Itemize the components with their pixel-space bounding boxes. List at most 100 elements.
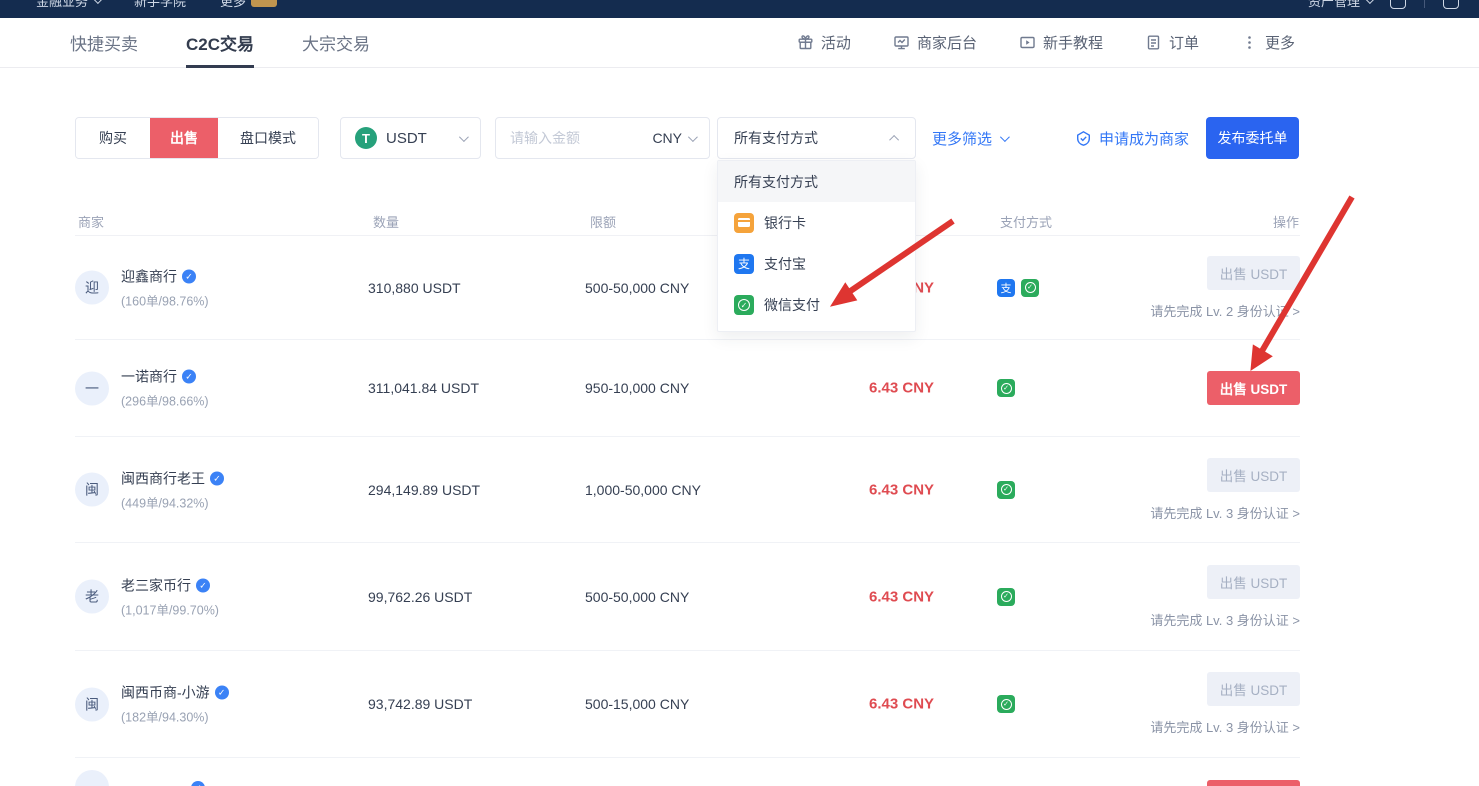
merchant-orders: (182单/94.30%) xyxy=(121,707,229,726)
tab-quick-trade[interactable]: 快捷买卖 xyxy=(70,18,138,68)
wechat-pay-icon: ✓ xyxy=(734,295,754,315)
apply-merchant-link[interactable]: 申请成为商家 xyxy=(1075,117,1189,159)
sell-usdt-button[interactable]: 出售 USDT xyxy=(1207,672,1300,706)
nav-link-merchant-console[interactable]: 商家后台 xyxy=(893,32,977,53)
c2c-trading-page: 金融业务 新手学院 更多 资产管理 快捷买卖 C2C交易 大宗交易 活动 xyxy=(0,0,1479,786)
post-order-button[interactable]: 发布委托单 xyxy=(1206,117,1299,159)
limit-cell: 950-10,000 CNY xyxy=(585,380,689,396)
amount-cell: 93,742.89 USDT xyxy=(368,696,472,712)
buy-tab[interactable]: 购买 xyxy=(76,118,150,158)
chevron-up-icon xyxy=(889,134,899,144)
merchant-cell: ✓ xyxy=(75,770,205,786)
verify-hint[interactable]: 请先完成 Lv. 3 身份认证 > xyxy=(1150,503,1300,522)
topbar-menu-assets[interactable]: 资产管理 xyxy=(1308,0,1372,10)
chevron-down-icon xyxy=(93,0,103,4)
merchant-cell: 闽闽西币商-小游✓ (182单/94.30%) xyxy=(75,683,229,726)
topbar-menu-academy[interactable]: 新手学院 xyxy=(134,0,186,10)
trade-mode-tabs: 快捷买卖 C2C交易 大宗交易 xyxy=(70,18,370,68)
chevron-down-icon xyxy=(1365,0,1375,4)
limit-cell: 500-50,000 CNY xyxy=(585,280,689,296)
dropdown-item-wechatpay[interactable]: ✓ 微信支付 xyxy=(718,284,915,325)
verify-hint[interactable]: 请先完成 Lv. 2 身份认证 > xyxy=(1150,301,1300,320)
verify-hint[interactable]: 请先完成 Lv. 3 身份认证 > xyxy=(1150,610,1300,629)
col-action: 操作 xyxy=(1273,212,1299,231)
sell-usdt-button[interactable]: 出售 USDT xyxy=(1207,256,1300,290)
top-navigation-bar: 金融业务 新手学院 更多 资产管理 xyxy=(0,0,1479,18)
verified-icon: ✓ xyxy=(191,781,205,786)
sell-usdt-button[interactable] xyxy=(1207,780,1300,786)
merchant-name[interactable]: 一诺商行✓ xyxy=(121,367,209,387)
action-cell: 出售 USDT 请先完成 Lv. 3 身份认证 > xyxy=(1150,672,1300,736)
merchant-cell: 迎迎鑫商行✓ (160单/98.76%) xyxy=(75,266,209,309)
merchant-name[interactable]: 迎鑫商行✓ xyxy=(121,266,209,286)
action-cell: 出售 USDT 请先完成 Lv. 2 身份认证 > xyxy=(1150,256,1300,320)
payment-dropdown-menu: 所有支付方式 银行卡 支 支付宝 ✓ 微信支付 xyxy=(717,160,916,332)
topbar-menu-finance[interactable]: 金融业务 xyxy=(36,0,100,10)
amount-cell: 310,880 USDT xyxy=(368,280,461,296)
limit-cell: 500-50,000 CNY xyxy=(585,589,689,605)
amount-cell: 99,762.26 USDT xyxy=(368,589,472,605)
wechat-pay-icon: ✓ xyxy=(997,588,1015,606)
limit-cell: 500-15,000 CNY xyxy=(585,696,689,712)
avatar: 迎 xyxy=(75,271,109,305)
sell-usdt-button[interactable]: 出售 USDT xyxy=(1207,458,1300,492)
merchant-name[interactable]: 闽西商行老王✓ xyxy=(121,468,224,488)
amount-input[interactable] xyxy=(510,130,644,146)
nav-link-activity[interactable]: 活动 xyxy=(797,32,851,53)
merchant-orders: (160单/98.76%) xyxy=(121,290,209,309)
col-limit: 限额 xyxy=(590,212,616,231)
sell-usdt-button[interactable]: 出售 USDT xyxy=(1207,371,1300,405)
merchant-orders: (449单/94.32%) xyxy=(121,492,224,511)
merchant-cell: 一一诺商行✓ (296单/98.66%) xyxy=(75,367,209,410)
nav-link-orders[interactable]: 订单 xyxy=(1145,32,1199,53)
merchant-orders: (1,017单/99.70%) xyxy=(121,599,219,618)
tab-c2c-trade[interactable]: C2C交易 xyxy=(186,18,254,68)
price-cell: 6.43 CNY xyxy=(869,588,934,605)
wechat-pay-icon: ✓ xyxy=(997,481,1015,499)
currency-select[interactable]: CNY xyxy=(652,130,695,146)
price-cell: 6.43 CNY xyxy=(869,481,934,498)
avatar: 闽 xyxy=(75,687,109,721)
table-rows: 迎迎鑫商行✓ (160单/98.76%) 310,880 USDT 500-50,00… xyxy=(75,236,1300,786)
nav-link-beginner-tutorial[interactable]: 新手教程 xyxy=(1019,32,1103,53)
new-badge xyxy=(251,0,277,7)
dropdown-item-alipay[interactable]: 支 支付宝 xyxy=(718,243,915,284)
payment-icons-cell: 支✓ xyxy=(997,279,1039,297)
sell-tab[interactable]: 出售 xyxy=(150,118,218,158)
dropdown-item-all-payments[interactable]: 所有支付方式 xyxy=(718,161,915,202)
alipay-icon: 支 xyxy=(997,279,1015,297)
order-icon xyxy=(1145,34,1162,51)
verify-hint[interactable]: 请先完成 Lv. 3 身份认证 > xyxy=(1150,717,1300,736)
merchant-cell: 老老三家币行✓(1,017单/99.70%) xyxy=(75,575,219,618)
nav-link-more[interactable]: 更多 xyxy=(1241,32,1295,53)
merchant-name[interactable]: 老三家币行✓ xyxy=(121,575,219,595)
action-cell: 出售 USDT 请先完成 Lv. 3 身份认证 > xyxy=(1150,565,1300,629)
bankcard-icon xyxy=(734,213,754,233)
dropdown-item-bankcard[interactable]: 银行卡 xyxy=(718,202,915,243)
dashboard-icon xyxy=(893,34,910,51)
user-icon[interactable] xyxy=(1390,0,1406,9)
verified-icon: ✓ xyxy=(210,471,224,485)
verified-icon: ✓ xyxy=(215,686,229,700)
more-filters-link[interactable]: 更多筛选 xyxy=(932,117,1007,159)
tab-block-trade[interactable]: 大宗交易 xyxy=(302,18,370,68)
coin-select[interactable]: T USDT xyxy=(340,117,481,159)
topbar-menu-more[interactable]: 更多 xyxy=(220,0,277,10)
merchant-orders: (296单/98.66%) xyxy=(121,391,209,410)
table-row: 迎迎鑫商行✓ (160单/98.76%) 310,880 USDT 500-50,00… xyxy=(75,236,1300,340)
sell-usdt-button[interactable]: 出售 USDT xyxy=(1207,565,1300,599)
nav-links: 活动 商家后台 新手教程 订单 更多 xyxy=(797,32,1295,53)
avatar: 闽 xyxy=(75,473,109,507)
avatar: 一 xyxy=(75,371,109,405)
amount-cell: 311,041.84 USDT xyxy=(368,380,479,396)
amount-filter: CNY xyxy=(495,117,710,159)
download-app-icon[interactable] xyxy=(1443,0,1459,9)
merchant-cell: 闽闽西商行老王✓ (449单/94.32%) xyxy=(75,468,224,511)
divider xyxy=(1424,0,1425,8)
merchant-name[interactable]: 闽西币商-小游✓ xyxy=(121,683,229,703)
payment-icons-cell: ✓ xyxy=(997,481,1015,499)
payment-method-select[interactable]: 所有支付方式 xyxy=(717,117,916,159)
orderbook-mode-tab[interactable]: 盘口模式 xyxy=(218,118,318,158)
alipay-icon: 支 xyxy=(734,254,754,274)
tether-icon: T xyxy=(355,127,377,149)
